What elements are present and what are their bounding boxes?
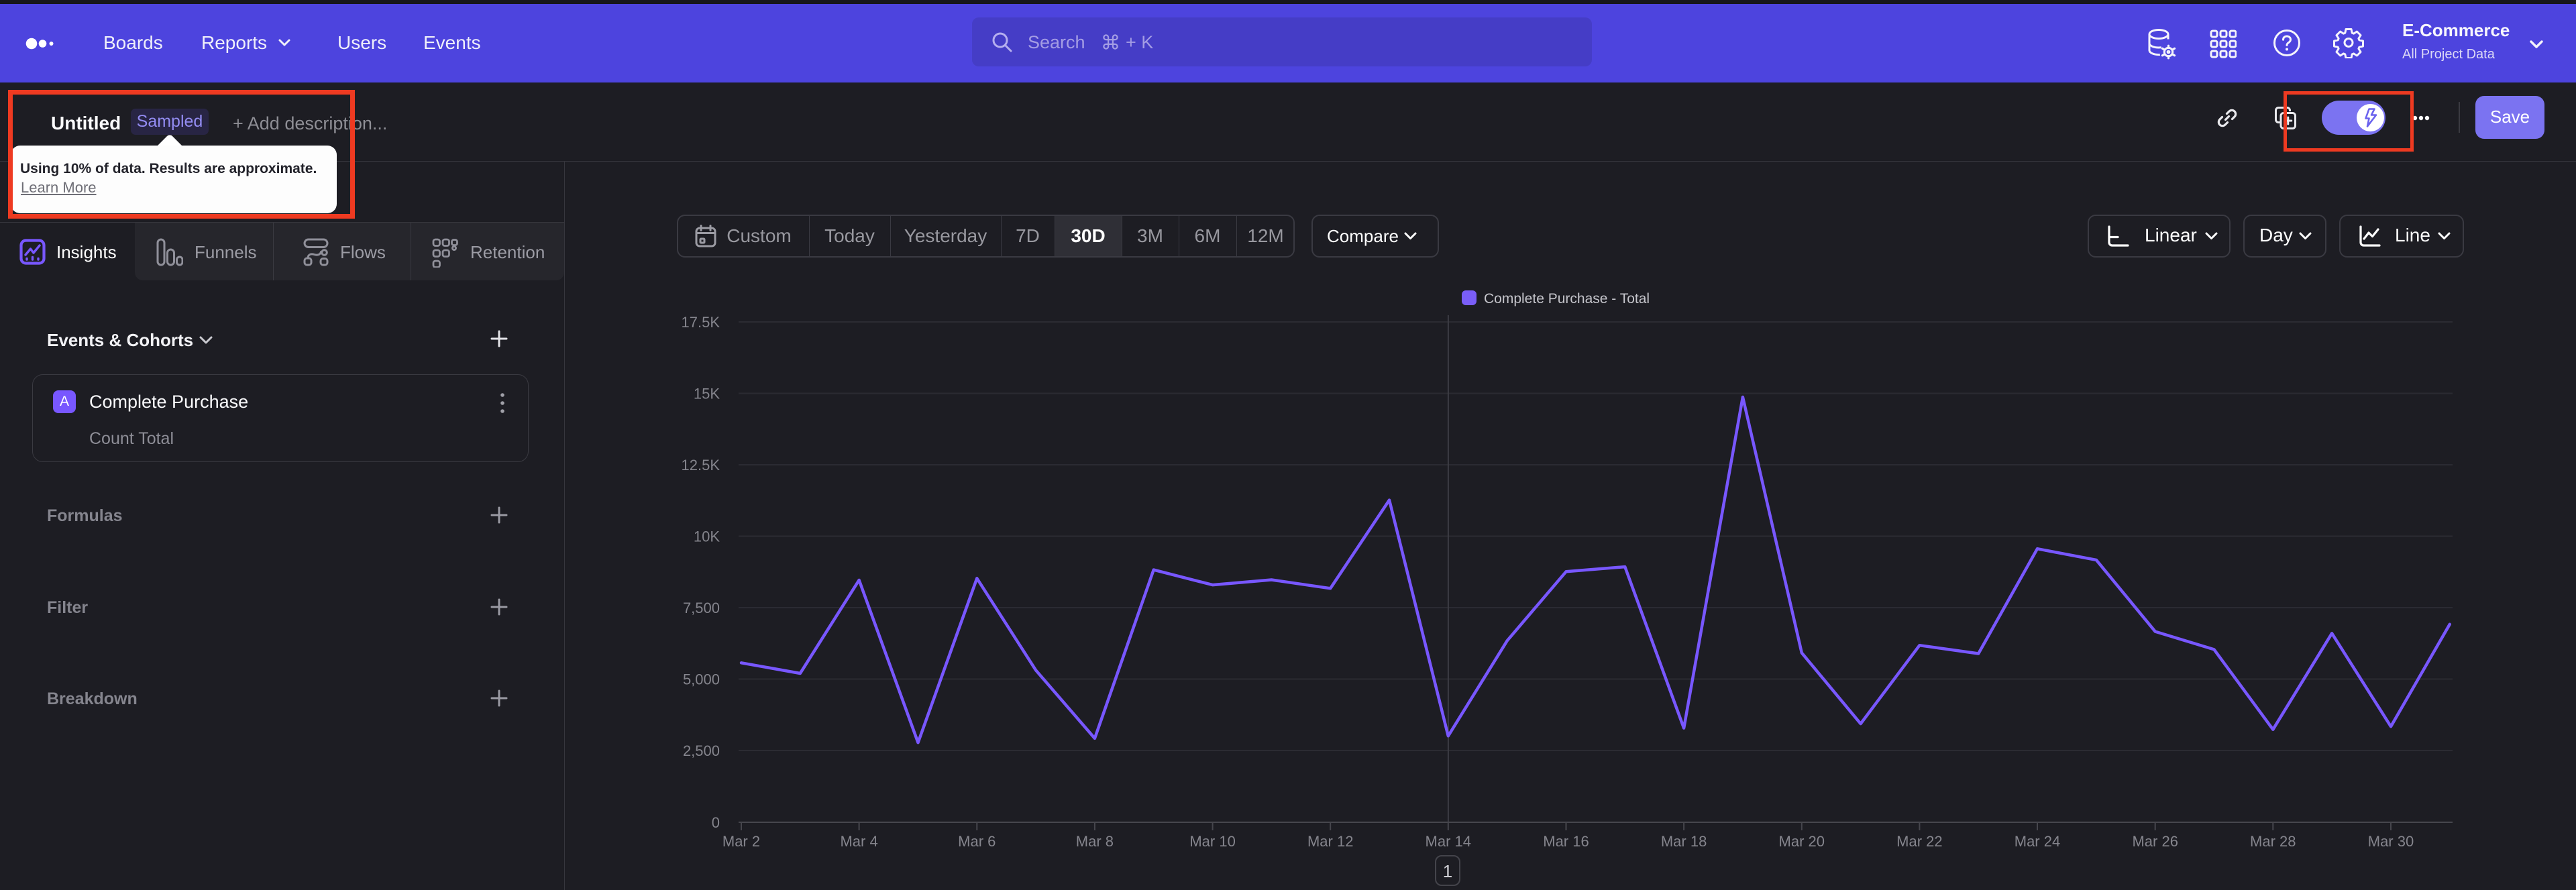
svg-text:17.5K: 17.5K bbox=[682, 314, 720, 331]
svg-text:Mar 26: Mar 26 bbox=[2132, 833, 2178, 850]
svg-text:2,500: 2,500 bbox=[683, 742, 720, 759]
svg-text:Mar 16: Mar 16 bbox=[1543, 833, 1589, 850]
svg-text:15K: 15K bbox=[694, 386, 720, 402]
svg-text:Mar 10: Mar 10 bbox=[1189, 833, 1235, 850]
svg-text:Mar 6: Mar 6 bbox=[958, 833, 996, 850]
svg-text:Mar 4: Mar 4 bbox=[840, 833, 877, 850]
svg-text:7,500: 7,500 bbox=[683, 600, 720, 616]
svg-text:Complete Purchase - Total: Complete Purchase - Total bbox=[1484, 291, 1650, 307]
svg-text:Mar 2: Mar 2 bbox=[722, 833, 760, 850]
svg-text:Mar 22: Mar 22 bbox=[1896, 833, 1942, 850]
svg-text:Mar 12: Mar 12 bbox=[1307, 833, 1353, 850]
svg-text:12.5K: 12.5K bbox=[682, 457, 720, 474]
svg-text:Mar 30: Mar 30 bbox=[2368, 833, 2414, 850]
svg-text:Mar 18: Mar 18 bbox=[1661, 833, 1707, 850]
svg-text:0: 0 bbox=[712, 814, 720, 831]
svg-text:Mar 24: Mar 24 bbox=[2015, 833, 2060, 850]
svg-text:10K: 10K bbox=[694, 529, 720, 545]
svg-text:Mar 28: Mar 28 bbox=[2250, 833, 2296, 850]
svg-text:Mar 20: Mar 20 bbox=[1779, 833, 1825, 850]
svg-text:Mar 14: Mar 14 bbox=[1426, 833, 1471, 850]
svg-text:5,000: 5,000 bbox=[683, 671, 720, 688]
svg-text:Mar 8: Mar 8 bbox=[1076, 833, 1114, 850]
